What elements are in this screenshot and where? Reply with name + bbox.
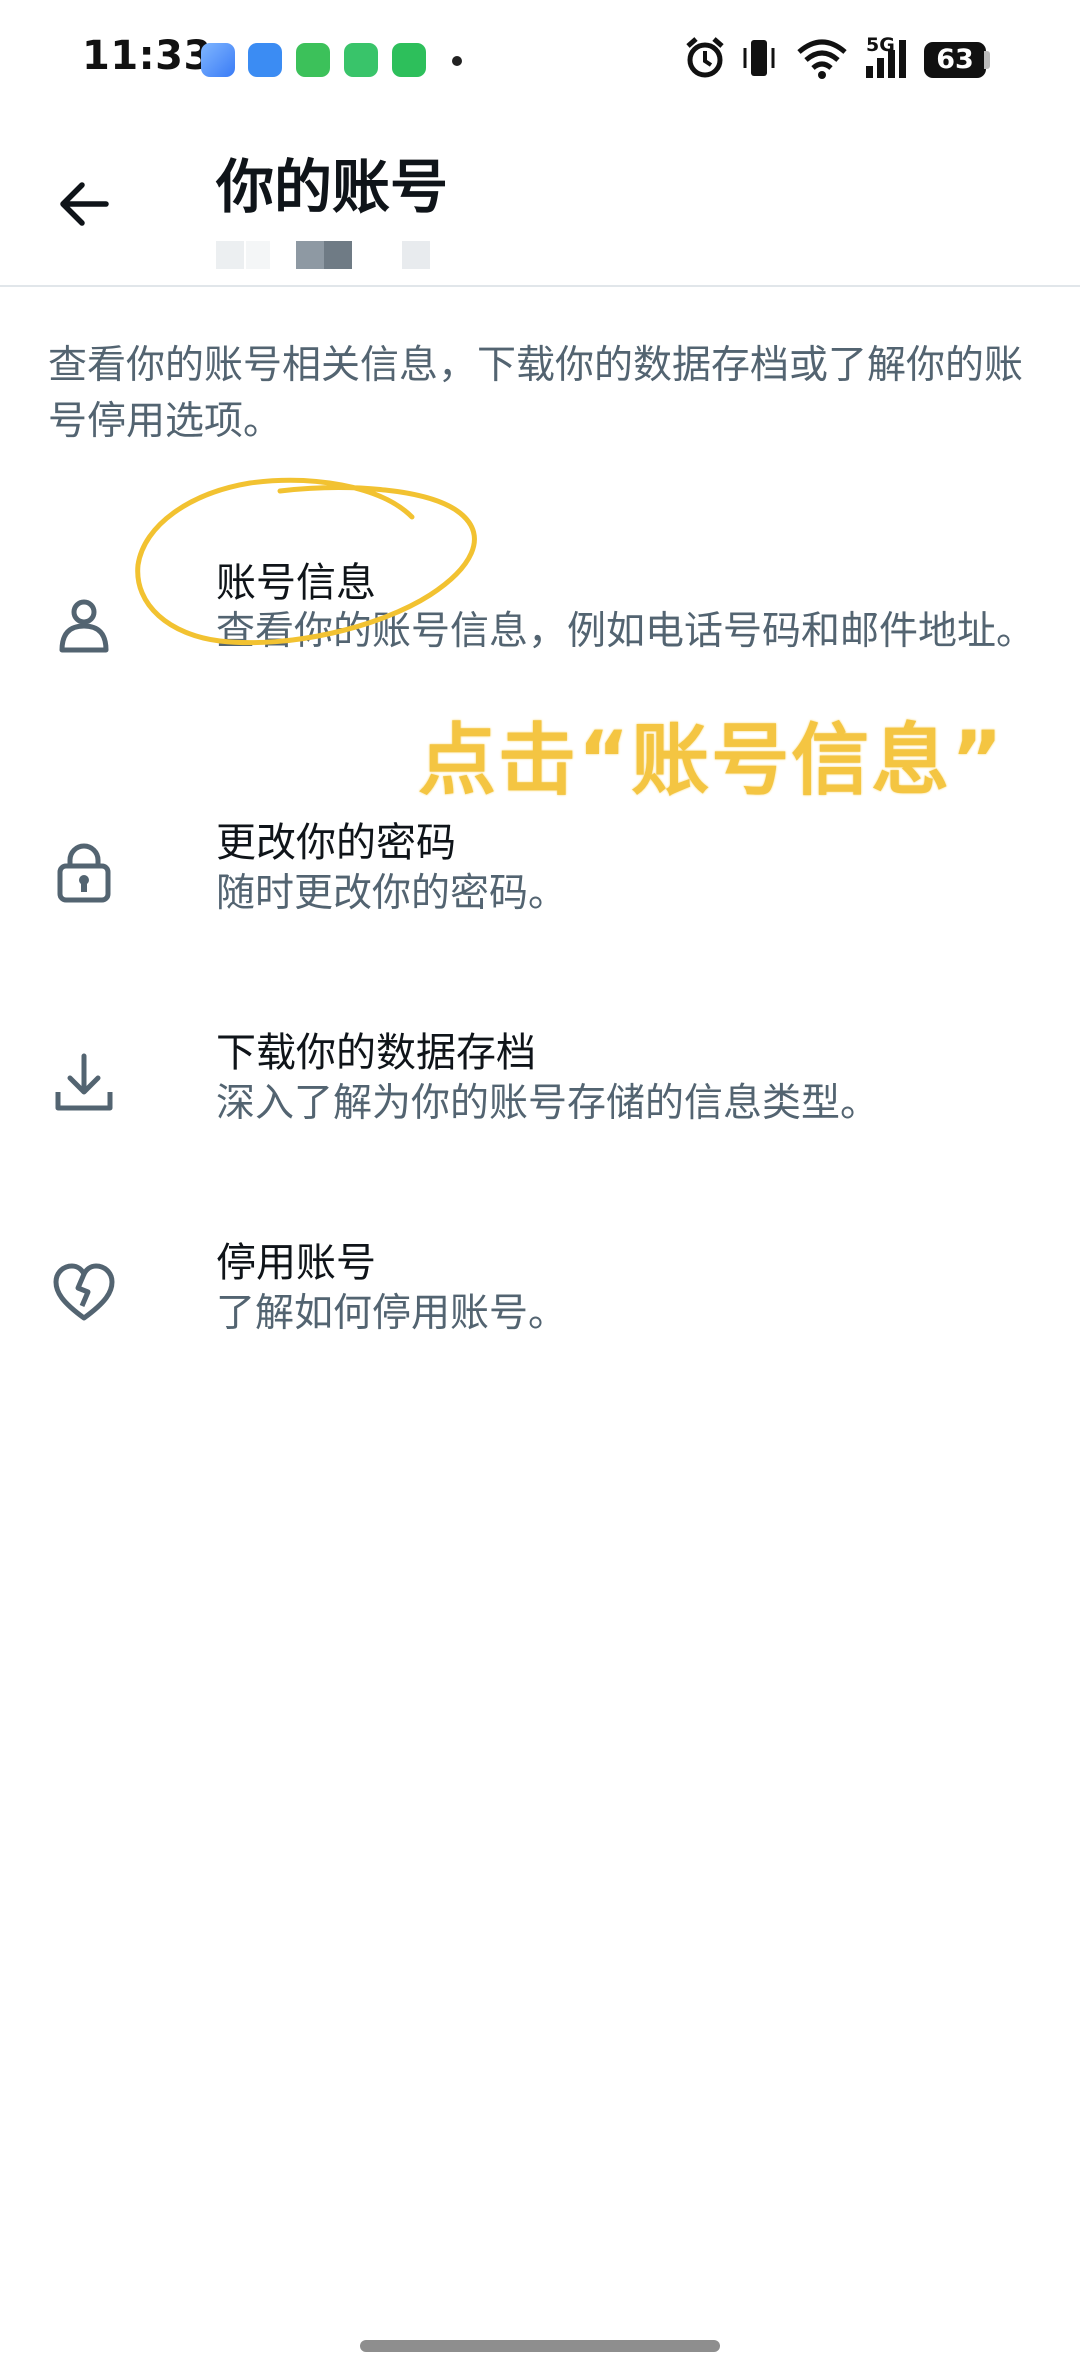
- person-icon: [59, 599, 109, 653]
- battery-tip: [984, 51, 990, 69]
- browser-app-icon: [201, 43, 235, 77]
- download-archive-item[interactable]: 下载你的数据存档 深入了解为你的账号存储的信息类型。: [0, 1020, 1080, 1150]
- change-password-desc: 随时更改你的密码。: [216, 871, 568, 916]
- weather-app-icon: [248, 43, 282, 77]
- home-indicator[interactable]: [360, 2340, 720, 2352]
- change-password-item[interactable]: 更改你的密码 随时更改你的密码。: [0, 810, 1080, 940]
- messages-app-icon: [296, 43, 330, 77]
- vibrate-icon: [743, 40, 775, 76]
- change-password-title: 更改你的密码: [216, 820, 456, 866]
- more-notifications-dot: [452, 56, 462, 66]
- lock-icon: [57, 843, 111, 903]
- download-archive-desc: 深入了解为你的账号存储的信息类型。: [216, 1081, 880, 1126]
- battery-indicator: 63: [924, 42, 986, 78]
- deactivate-account-desc: 了解如何停用账号。: [216, 1291, 568, 1336]
- store-app-icon: [392, 43, 426, 77]
- battery-app-icon: [344, 43, 378, 77]
- wifi-icon: [797, 39, 847, 79]
- header-divider: [0, 285, 1080, 287]
- arrow-left-icon[interactable]: [56, 176, 112, 232]
- status-bar: 11:33 5G 63: [0, 0, 1080, 120]
- intro-text: 查看你的账号相关信息，下载你的数据存档或了解你的账号停用选项。: [48, 343, 1024, 444]
- deactivate-account-title: 停用账号: [216, 1240, 376, 1286]
- broken-heart-icon: [53, 1263, 115, 1321]
- alarm-icon: [686, 37, 724, 78]
- download-icon: [55, 1053, 113, 1111]
- annotation-text: 点击“账号信息”: [418, 716, 1005, 806]
- signal-icon: [866, 40, 906, 78]
- deactivate-account-item[interactable]: 停用账号 了解如何停用账号。: [0, 1230, 1080, 1360]
- page-title: 你的账号: [216, 153, 449, 221]
- highlight-circle: [135, 477, 477, 646]
- download-archive-title: 下载你的数据存档: [216, 1030, 536, 1076]
- status-time: 11:33: [82, 33, 212, 79]
